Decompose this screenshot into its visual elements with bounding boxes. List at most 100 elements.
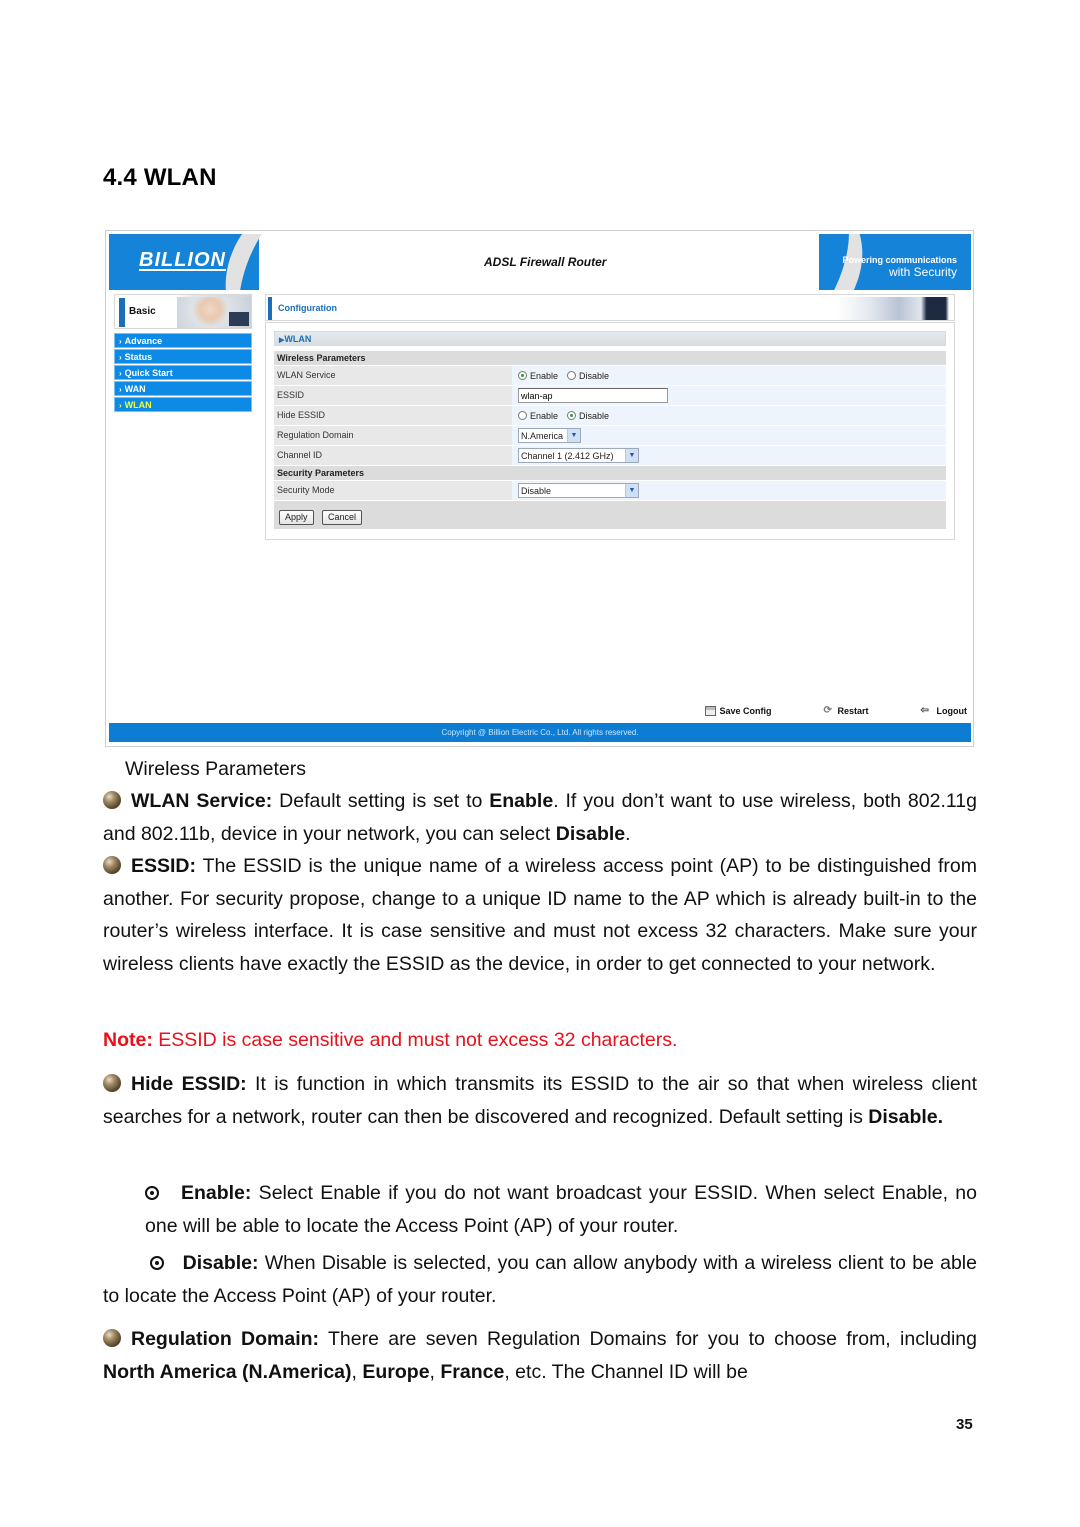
- term: Disable:: [182, 1252, 259, 1274]
- page-title: WLAN: [284, 334, 312, 344]
- radio-selected-icon: [518, 371, 527, 380]
- office-photo: [837, 297, 949, 320]
- restart-link[interactable]: ⟳ Restart: [823, 705, 869, 717]
- bold-text: Enable: [489, 790, 554, 812]
- router-screenshot: BILLION ADSL Firewall Router Powering co…: [105, 230, 974, 747]
- radio-label: Disable: [579, 410, 610, 421]
- note-label: Note:: [103, 1029, 153, 1051]
- paragraph-enable-option: Enable: Select Enable if you do not want…: [145, 1177, 977, 1242]
- wlan-service-enable-radio[interactable]: Enable: [518, 371, 558, 381]
- text: ,: [429, 1360, 441, 1383]
- tagline: Powering communications with Security: [842, 254, 957, 278]
- bold-text: France: [440, 1360, 505, 1383]
- save-icon: [705, 706, 717, 716]
- select-value: N.America: [521, 430, 564, 441]
- sidebar-item-wlan[interactable]: › WLAN: [114, 397, 252, 412]
- paragraph-hide-essid: Hide ESSID: It is function in which tran…: [103, 1068, 977, 1133]
- bullet-icon: ›: [119, 337, 122, 346]
- caption: Wireless Parameters: [125, 758, 306, 780]
- term: ESSID:: [131, 855, 197, 877]
- security-mode-label: Security Mode: [274, 481, 512, 500]
- sidebar-item-label: Status: [124, 352, 153, 362]
- sidebar-item-label: Advance: [124, 336, 163, 346]
- configuration-header: Configuration: [265, 294, 955, 321]
- sidebar-item-wan[interactable]: › WAN: [114, 381, 252, 396]
- configuration-panel: ▶WLAN Wireless Parameters WLAN Service E…: [265, 322, 955, 540]
- chevron-down-icon: ▼: [567, 429, 581, 442]
- paragraph-regulation-domain: Regulation Domain: There are seven Regul…: [103, 1323, 977, 1388]
- target-bullet-icon: [145, 1186, 159, 1200]
- essid-input[interactable]: [518, 388, 668, 403]
- sidebar-item-advance[interactable]: › Advance: [114, 333, 252, 348]
- bullet-icon: [103, 1329, 121, 1347]
- text: Select Enable if you do not want broadca…: [145, 1182, 977, 1237]
- radio-unselected-icon: [518, 411, 527, 420]
- configuration-title: Configuration: [278, 303, 337, 313]
- bold-text: Europe: [362, 1360, 430, 1383]
- chevron-down-icon: ▼: [625, 484, 638, 497]
- restart-icon: ⟳: [823, 705, 832, 716]
- bold-text: North America (N.America): [103, 1360, 352, 1383]
- chevron-down-icon: ▼: [625, 449, 638, 462]
- hide-essid-enable-radio[interactable]: Enable: [518, 411, 558, 421]
- bullet-icon: ›: [119, 369, 122, 378]
- bullet-icon: [103, 791, 121, 809]
- term: WLAN Service:: [131, 790, 273, 812]
- sidebar-item-label: WAN: [124, 384, 146, 394]
- page-title-bar: ▶WLAN: [274, 331, 946, 346]
- hide-essid-label: Hide ESSID: [274, 406, 512, 425]
- wlan-service-disable-radio[interactable]: Disable: [567, 371, 609, 381]
- hide-essid-disable-radio[interactable]: Disable: [567, 411, 609, 421]
- copyright-bar: Copyright @ Billion Electric Co., Ltd. A…: [109, 723, 971, 742]
- row-wlan-service: WLAN Service Enable Disable: [274, 366, 946, 385]
- term: Hide ESSID:: [131, 1073, 247, 1095]
- radio-label: Enable: [530, 410, 559, 421]
- save-config-link[interactable]: Save Config: [705, 706, 771, 716]
- radio-selected-icon: [567, 411, 577, 420]
- wireless-parameters-header: Wireless Parameters: [274, 351, 946, 365]
- channel-id-select[interactable]: Channel 1 (2.412 GHz) ▼: [518, 448, 639, 463]
- sidebar-item-label: WLAN: [124, 400, 152, 410]
- term: Regulation Domain:: [131, 1328, 320, 1350]
- paragraph-disable-option: Disable: When Disable is selected, you c…: [103, 1247, 977, 1312]
- regulation-domain-select[interactable]: N.America ▼: [518, 428, 582, 443]
- row-regulation-domain: Regulation Domain N.America ▼: [274, 426, 946, 445]
- row-essid: ESSID: [274, 386, 946, 405]
- banner-photo: [177, 297, 251, 328]
- text: The ESSID is the unique name of a wirele…: [103, 855, 977, 975]
- security-mode-select[interactable]: Disable ▼: [518, 483, 639, 498]
- sidebar-item-status[interactable]: › Status: [114, 349, 252, 364]
- logout-link[interactable]: ⇦ Logout: [920, 705, 968, 717]
- bullet-icon: [103, 1074, 121, 1092]
- paragraph-wlan-service: WLAN Service: Default setting is set to …: [103, 785, 977, 850]
- cancel-button[interactable]: Cancel: [321, 510, 362, 525]
- radio-label: Disable: [579, 370, 610, 381]
- page-number: 35: [956, 1416, 973, 1433]
- row-security-mode: Security Mode Disable ▼: [274, 481, 946, 500]
- sidebar-section-label: Basic: [129, 306, 156, 317]
- save-config-label: Save Config: [719, 706, 772, 716]
- router-banner: BILLION ADSL Firewall Router Powering co…: [109, 234, 971, 290]
- text: .: [625, 822, 631, 845]
- sidebar-item-quick-start[interactable]: › Quick Start: [114, 365, 252, 380]
- bold-text: Disable: [555, 822, 626, 845]
- text: There are seven Regulation Domains for y…: [319, 1328, 977, 1350]
- note-text: ESSID is case sensitive and must not exc…: [152, 1029, 678, 1051]
- restart-label: Restart: [837, 706, 869, 716]
- bullet-icon: ›: [119, 385, 122, 394]
- billion-logo: BILLION: [139, 249, 226, 271]
- logout-icon: ⇦: [920, 705, 929, 716]
- term: Enable:: [180, 1182, 252, 1204]
- radio-unselected-icon: [567, 371, 577, 380]
- tagline-line2: with Security: [888, 265, 957, 279]
- sidebar-section-basic: Basic: [114, 294, 252, 329]
- select-value: Disable: [521, 485, 552, 496]
- toolbar: Save Config ⟳ Restart ⇦ Logout: [705, 706, 967, 716]
- apply-button[interactable]: Apply: [279, 510, 314, 525]
- bullet-icon: ›: [119, 401, 122, 410]
- sidebar-item-label: Quick Start: [124, 368, 173, 378]
- essid-label: ESSID: [274, 386, 512, 405]
- bullet-icon: [103, 856, 121, 874]
- text: ,: [351, 1360, 363, 1383]
- bold-text: Disable.: [868, 1105, 944, 1128]
